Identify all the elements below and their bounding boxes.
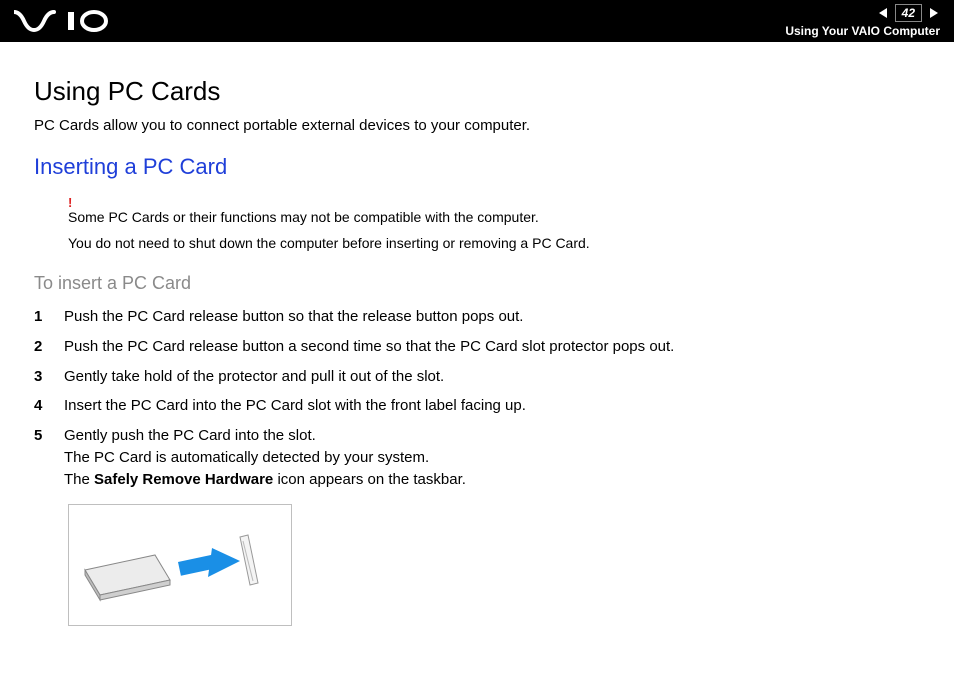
vaio-logo-svg	[14, 10, 124, 32]
list-item: 4 Insert the PC Card into the PC Card sl…	[34, 395, 900, 417]
step-number: 1	[34, 306, 64, 328]
step-text: Push the PC Card release button a second…	[64, 336, 900, 358]
step-text: Gently take hold of the protector and pu…	[64, 366, 900, 388]
list-item: 1 Push the PC Card release button so tha…	[34, 306, 900, 328]
nav-prev-button[interactable]	[877, 7, 889, 19]
pc-card-illustration	[68, 504, 292, 626]
warning-text-2: You do not need to shut down the compute…	[68, 235, 900, 251]
nav-next-button[interactable]	[928, 7, 940, 19]
step5-line2: The PC Card is automatically detected by…	[64, 449, 429, 466]
breadcrumb: Using Your VAIO Computer	[785, 24, 940, 38]
step-number: 5	[34, 425, 64, 447]
page-title: Using PC Cards	[34, 76, 900, 107]
warning-text-1: Some PC Cards or their functions may not…	[68, 209, 900, 225]
header-bar: 42 Using Your VAIO Computer	[0, 0, 954, 42]
triangle-left-icon	[877, 7, 889, 19]
vaio-logo	[14, 10, 124, 32]
steps-list: 1 Push the PC Card release button so tha…	[34, 306, 900, 490]
step-number: 4	[34, 395, 64, 417]
list-item: 3 Gently take hold of the protector and …	[34, 366, 900, 388]
list-item: 5 Gently push the PC Card into the slot.…	[34, 425, 900, 490]
step-number: 3	[34, 366, 64, 388]
page-nav: 42	[877, 4, 940, 22]
step-text: Insert the PC Card into the PC Card slot…	[64, 395, 900, 417]
arrow-icon	[178, 548, 240, 577]
pc-card-diagram	[80, 515, 280, 615]
sub-title: To insert a PC Card	[34, 273, 900, 294]
triangle-right-icon	[928, 7, 940, 19]
note-block: ! Some PC Cards or their functions may n…	[68, 196, 900, 251]
step5-line3-pre: The	[64, 471, 94, 488]
list-item: 2 Push the PC Card release button a seco…	[34, 336, 900, 358]
page-number: 42	[895, 4, 922, 22]
step5-line3-bold: Safely Remove Hardware	[94, 471, 273, 488]
step5-line1: Gently push the PC Card into the slot.	[64, 427, 316, 444]
section-title: Inserting a PC Card	[34, 154, 900, 180]
warning-icon: !	[68, 196, 900, 209]
step-text: Gently push the PC Card into the slot. T…	[64, 425, 900, 490]
step-text: Push the PC Card release button so that …	[64, 306, 900, 328]
intro-text: PC Cards allow you to connect portable e…	[34, 117, 900, 134]
page-content: Using PC Cards PC Cards allow you to con…	[0, 42, 954, 646]
header-nav: 42 Using Your VAIO Computer	[785, 4, 940, 38]
step-number: 2	[34, 336, 64, 358]
step5-line3-post: icon appears on the taskbar.	[273, 471, 466, 488]
